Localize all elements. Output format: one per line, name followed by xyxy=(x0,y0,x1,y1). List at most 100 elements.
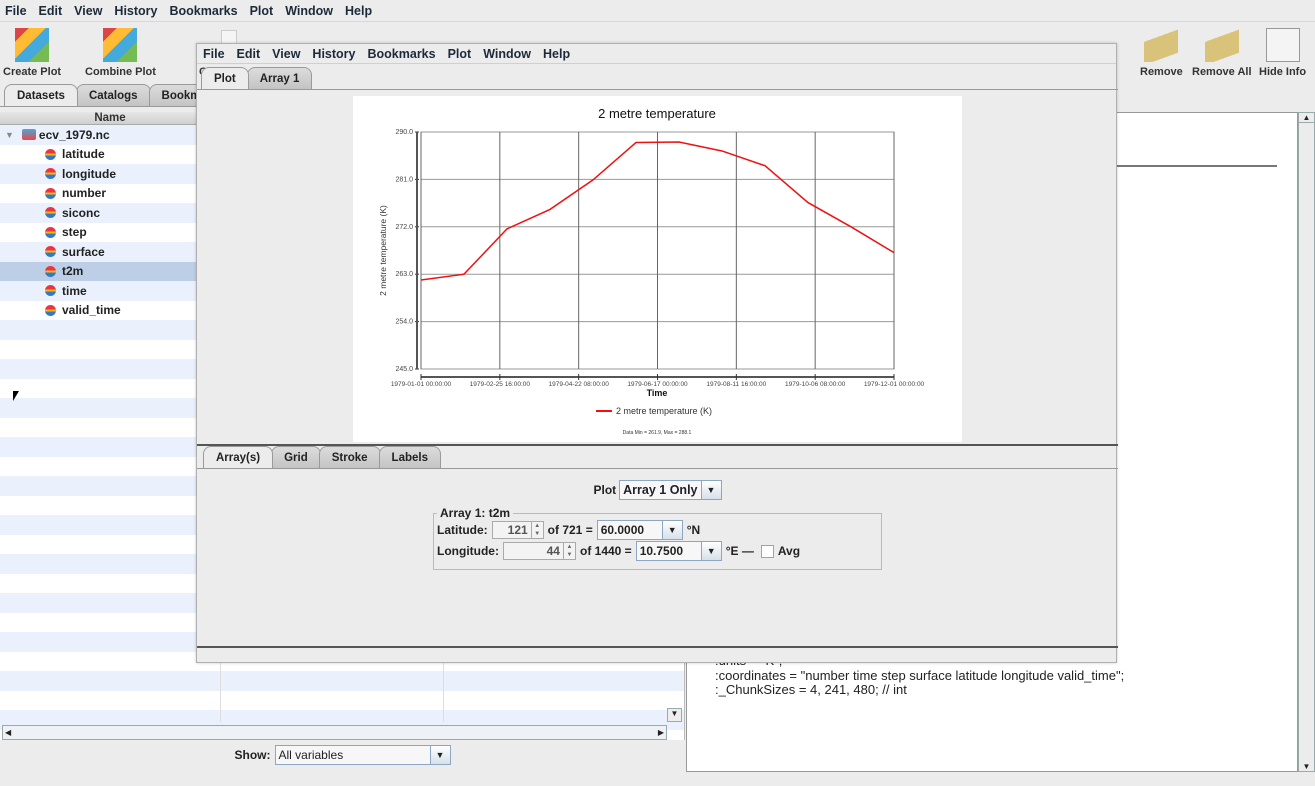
tab-datasets[interactable]: Datasets xyxy=(4,84,78,106)
toolbar-button-remove-all[interactable]: Remove All xyxy=(1192,28,1252,78)
scroll-left-icon[interactable]: ◀ xyxy=(5,728,11,737)
variable-icon xyxy=(45,187,56,199)
toolbar-button-hide-info[interactable]: Hide Info xyxy=(1259,28,1306,78)
show-value: All variables xyxy=(278,748,344,762)
plot-label: Plot xyxy=(593,483,617,497)
menu-view[interactable]: View xyxy=(74,4,102,18)
column-header-name[interactable]: Name xyxy=(0,112,220,125)
plot-menu-view[interactable]: View xyxy=(272,47,300,61)
mouse-cursor-icon xyxy=(13,391,19,401)
menu-edit[interactable]: Edit xyxy=(39,4,63,18)
info-window-icon xyxy=(1265,28,1300,62)
menu-bookmarks[interactable]: Bookmarks xyxy=(170,4,238,18)
scroll-up-icon[interactable]: ▲ xyxy=(1299,113,1314,123)
create-plot-label: Create Plot xyxy=(3,66,62,78)
variable-name: t2m xyxy=(62,264,84,279)
variable-name: time xyxy=(62,283,87,298)
broom-label: Remove xyxy=(1140,66,1183,78)
latitude-value-dropdown[interactable]: 60.0000 ▼ xyxy=(596,520,683,540)
plot-menu-window[interactable]: Window xyxy=(483,47,531,61)
create-plot-icon xyxy=(15,28,50,62)
toolbar-button-combine-plot[interactable]: Combine Plot xyxy=(85,28,156,78)
y-axis-label: 2 metre temperature (K) xyxy=(378,205,388,296)
variable-icon xyxy=(45,265,56,277)
combine-plot-icon xyxy=(103,28,138,62)
avg-label: Avg xyxy=(777,544,801,558)
tab-catalogs[interactable]: Catalogs xyxy=(75,84,151,106)
chevron-down-icon[interactable]: ▼ xyxy=(700,542,721,560)
menu-history[interactable]: History xyxy=(114,4,157,18)
plot-menu-history[interactable]: History xyxy=(312,47,355,61)
settings-tabs: Array(s) Grid Stroke Labels xyxy=(203,446,441,468)
legend-label: 2 metre temperature (K) xyxy=(616,406,712,416)
scroll-down-icon[interactable]: ▼ xyxy=(1299,762,1314,771)
menu-plot[interactable]: Plot xyxy=(250,4,274,18)
dataset-name: ecv_1979.nc xyxy=(38,127,110,142)
toolbar-button-create-plot[interactable]: Create Plot xyxy=(3,28,61,78)
tree-vscroll-down[interactable]: ▼ xyxy=(667,708,682,722)
y-tick-label: 245.0 xyxy=(395,366,413,373)
plot-menubar: File Edit View History Bookmarks Plot Window He… xyxy=(197,44,1116,64)
variable-icon xyxy=(45,207,56,219)
plot-mode-dropdown[interactable]: Array 1 Only ▼ xyxy=(619,480,722,500)
toolbar-button-remove[interactable]: Remove xyxy=(1140,28,1183,78)
chevron-down-icon[interactable]: ▼ xyxy=(700,481,721,499)
array-group-title: Array 1: t2m xyxy=(440,506,511,520)
longitude-value: 10.7500 xyxy=(639,544,684,558)
variable-icon xyxy=(45,148,56,160)
menu-window[interactable]: Window xyxy=(285,4,333,18)
tree-hscrollbar[interactable]: ◀ ▶ xyxy=(2,725,667,740)
tab-labels[interactable]: Labels xyxy=(378,446,441,468)
expand-arrow-icon[interactable]: ▼ xyxy=(5,130,14,140)
plot-menu-bookmarks[interactable]: Bookmarks xyxy=(368,47,436,61)
data-range-footer: Data Min = 261.9, Max = 288.1 xyxy=(623,430,692,436)
chevron-down-icon[interactable]: ▼ xyxy=(429,746,450,764)
plot-window-icon xyxy=(221,30,237,44)
x-axis-label: Time xyxy=(647,388,668,398)
info-line: :coordinates = "number time step surface… xyxy=(715,667,1125,683)
longitude-index-stepper[interactable]: 44 ▲ ▼ xyxy=(502,542,576,560)
variable-icon xyxy=(45,168,56,180)
longitude-value-dropdown[interactable]: 10.7500 ▼ xyxy=(635,541,722,561)
plot-window: File Edit View History Bookmarks Plot Window He… xyxy=(196,43,1118,663)
longitude-index-value: 44 xyxy=(546,544,560,558)
latitude-of: of 721 = xyxy=(547,523,593,537)
y-tick-label: 272.0 xyxy=(395,224,413,231)
avg-checkbox[interactable] xyxy=(760,544,774,558)
info-vscrollbar[interactable]: ▲ ▼ xyxy=(1298,112,1315,772)
plot-menu-help[interactable]: Help xyxy=(543,47,570,61)
chart-svg: 2 metre temperature 245.0 254.0 263.0 272.0 2… xyxy=(378,106,925,436)
variable-icon xyxy=(45,226,56,238)
brooms-icon xyxy=(1204,28,1239,62)
longitude-unit: °E — xyxy=(725,544,754,558)
tab-arrays[interactable]: Array(s) xyxy=(203,446,274,468)
scroll-right-icon[interactable]: ▶ xyxy=(658,728,664,737)
variable-name: number xyxy=(62,186,107,201)
x-tick-label: 1979-10-06 08:00:00 xyxy=(785,381,846,388)
variable-name: surface xyxy=(62,244,105,259)
variable-name: step xyxy=(62,225,87,240)
tab-array-1[interactable]: Array 1 xyxy=(246,67,313,89)
tree-empty-row xyxy=(0,671,684,691)
x-tick-label: 1979-04-22 08:00:00 xyxy=(548,381,609,388)
variable-name: latitude xyxy=(62,147,105,162)
x-tick-label: 1979-06-17 00:00:00 xyxy=(627,381,688,388)
show-dropdown[interactable]: All variables ▼ xyxy=(274,745,451,765)
latitude-index-stepper[interactable]: 121 ▲ ▼ xyxy=(491,521,544,539)
y-tick-label: 263.0 xyxy=(395,271,413,278)
menu-file[interactable]: File xyxy=(5,4,27,18)
latitude-index-value: 121 xyxy=(507,523,528,537)
plot-menu-edit[interactable]: Edit xyxy=(237,47,261,61)
longitude-of: of 1440 = xyxy=(579,544,632,558)
tab-plot[interactable]: Plot xyxy=(201,67,249,89)
tab-grid[interactable]: Grid xyxy=(271,446,321,468)
brooms-label: Remove All xyxy=(1192,66,1252,78)
tab-stroke[interactable]: Stroke xyxy=(318,446,381,468)
chart: 2 metre temperature 245.0 254.0 263.0 272.0 2… xyxy=(353,96,962,442)
y-tick-label: 254.0 xyxy=(395,319,413,326)
array-group: Array 1: t2m Latitude: 121 ▲ ▼ of 721 = 60… xyxy=(433,506,882,570)
chevron-down-icon[interactable]: ▼ xyxy=(661,521,682,539)
menu-help[interactable]: Help xyxy=(345,4,372,18)
plot-menu-plot[interactable]: Plot xyxy=(448,47,472,61)
plot-tabs: Plot Array 1 xyxy=(201,67,313,89)
